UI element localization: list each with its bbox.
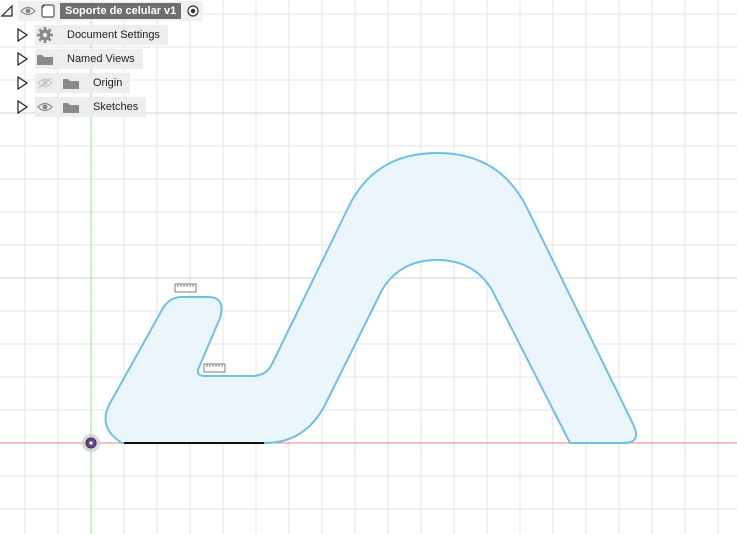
browser-item-origin[interactable]: Origin [15,73,131,93]
expand-triangle-icon[interactable] [15,52,29,66]
folder-icon [61,73,81,93]
eye-icon[interactable] [18,1,38,21]
browser-root-row[interactable]: Soporte de celular v1 [0,1,204,21]
origin-point-icon[interactable] [82,434,100,452]
browser-item-label: Document Settings [67,29,160,41]
document-title[interactable]: Soporte de celular v1 [60,3,182,19]
expand-triangle-icon[interactable] [15,76,29,90]
sketch-profile[interactable] [104,152,637,444]
collapse-triangle-icon[interactable] [0,4,14,18]
folder-icon [61,97,81,117]
browser-item-label: Origin [93,77,123,89]
activate-radio-icon[interactable] [183,1,203,21]
eye-hidden-icon[interactable] [35,73,55,93]
browser-item-named-views[interactable]: Named Views [15,49,143,69]
browser-item-label: Sketches [93,101,139,113]
gear-icon [35,25,55,45]
horizontal-constraint-icon[interactable] [203,363,226,373]
expand-triangle-icon[interactable] [15,100,29,114]
browser-item-sketches[interactable]: Sketches [15,97,147,117]
browser-item-label: Named Views [67,53,135,65]
component-icon [38,1,58,21]
browser-item-document-settings[interactable]: Document Settings [15,25,168,45]
folder-icon [35,49,55,69]
eye-icon[interactable] [35,97,55,117]
expand-triangle-icon[interactable] [15,28,29,42]
horizontal-constraint-icon[interactable] [174,283,197,293]
